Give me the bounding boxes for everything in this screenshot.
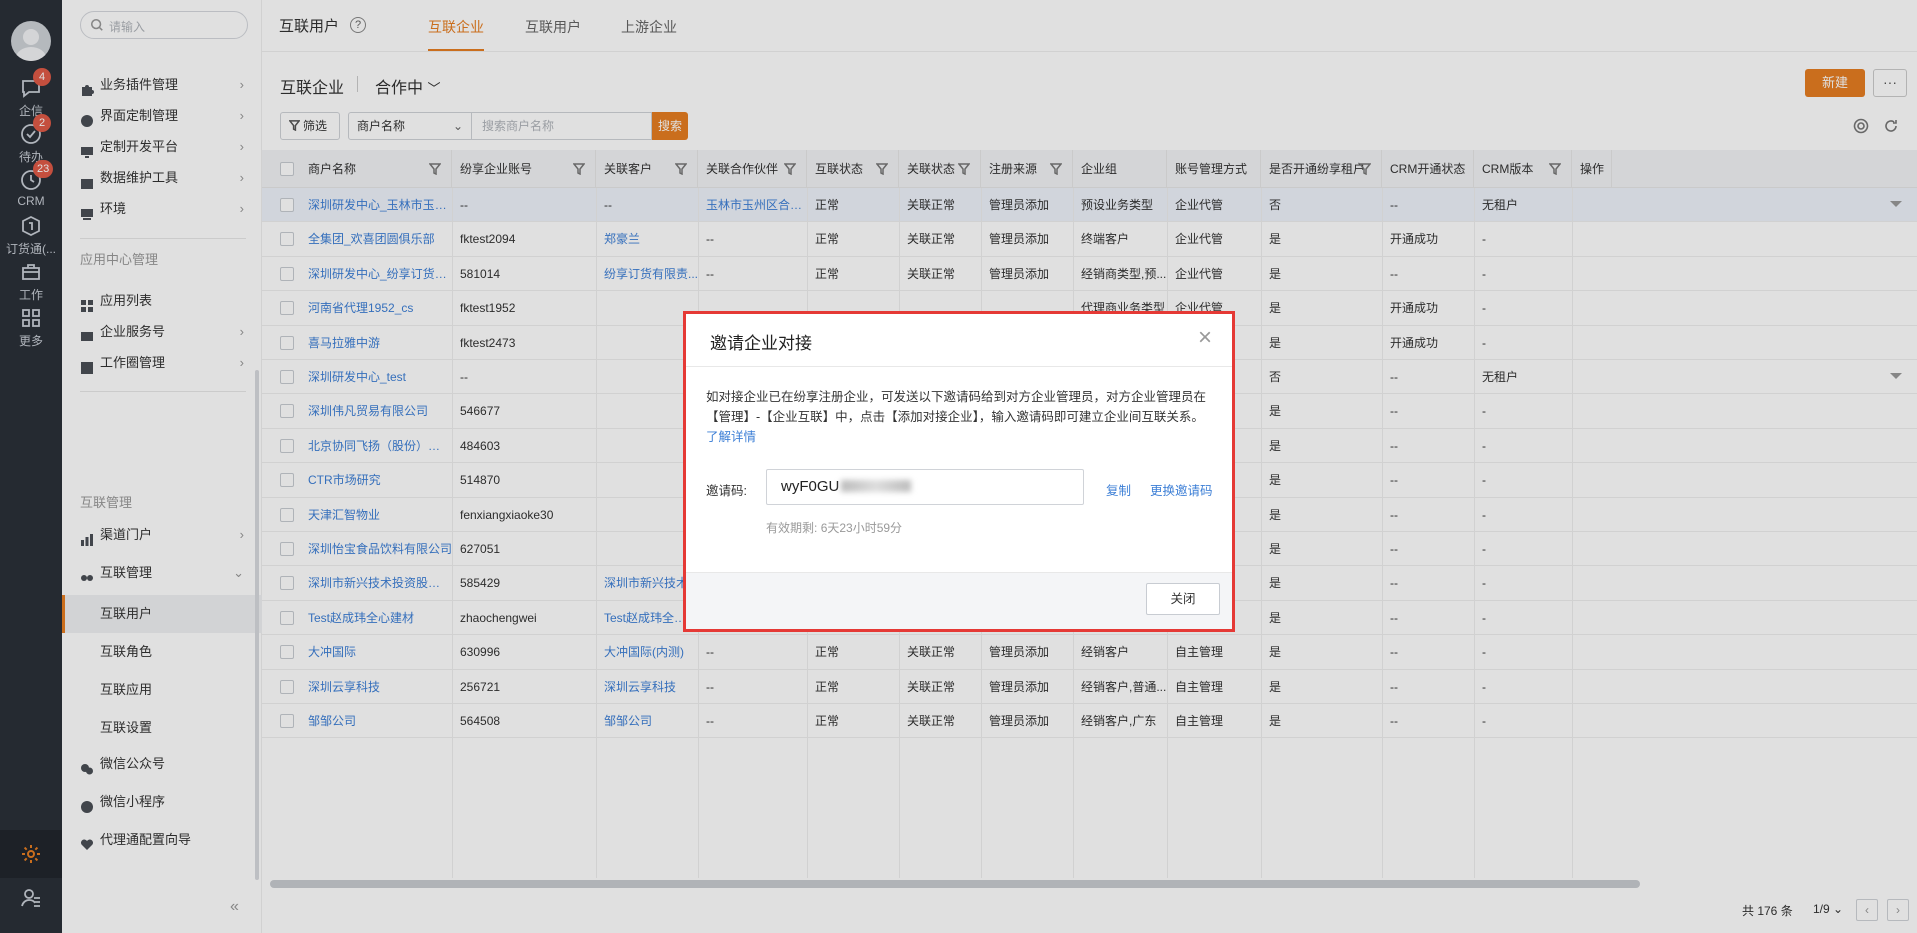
close-button[interactable]: 关闭 (1146, 583, 1220, 615)
modal-description: 如对接企业已在纷享注册企业，可发送以下邀请码给到对方企业管理员，对方企业管理员在… (706, 387, 1216, 447)
close-icon[interactable]: × (1198, 326, 1212, 350)
validity-label: 有效期剩: (766, 521, 818, 535)
invite-code-label: 邀请码: (706, 484, 747, 498)
validity-value: 6天23小时59分 (820, 521, 903, 535)
modal-footer: 关闭 (686, 572, 1232, 629)
modal-title: 邀请企业对接 (710, 334, 812, 353)
modal-description-text: 如对接企业已在纷享注册企业，可发送以下邀请码给到对方企业管理员，对方企业管理员在… (706, 390, 1207, 424)
app-root: 4 企信 2 待办 23 CRM 订货通(... 工作 更多 请输入 业务插件管… (0, 0, 1917, 933)
redacted-code (841, 480, 912, 492)
copy-button[interactable]: 复制 (1106, 480, 1131, 499)
invite-modal: 邀请企业对接 × 如对接企业已在纷享注册企业，可发送以下邀请码给到对方企业管理员… (683, 311, 1235, 632)
regenerate-code-button[interactable]: 更换邀请码 (1150, 480, 1213, 499)
validity-text: 有效期剩: 6天23小时59分 (766, 519, 902, 536)
invite-code-field[interactable]: wyF0GU (766, 469, 1084, 505)
modal-divider (686, 366, 1232, 367)
invite-code-value: wyF0GU (781, 478, 840, 495)
learn-more-link[interactable]: 了解详情 (706, 430, 756, 444)
